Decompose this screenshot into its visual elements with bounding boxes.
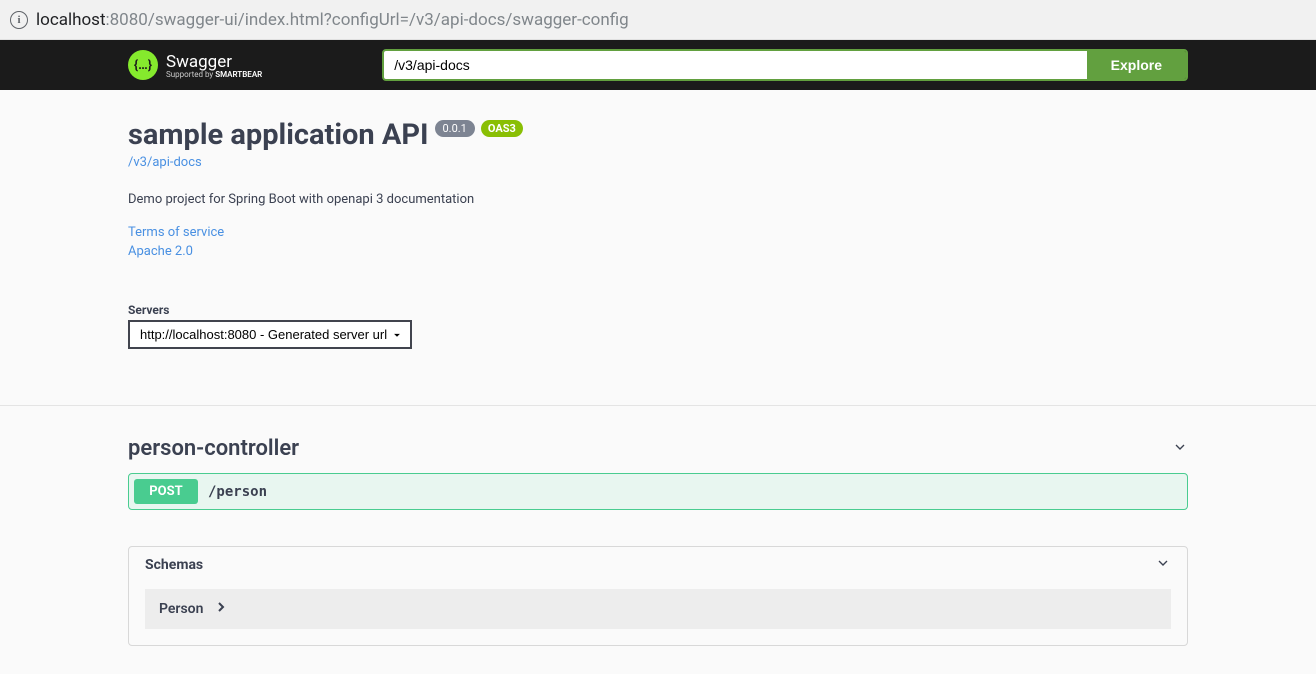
schemas-title: Schemas [145,557,203,573]
url-host: localhost [36,10,106,30]
servers-label: Servers [128,303,169,317]
chevron-down-icon [1172,439,1188,459]
schemas-header[interactable]: Schemas [129,547,1187,583]
tag-header[interactable]: person-controller [128,436,1188,461]
spec-url-input[interactable] [384,51,1086,79]
info-icon[interactable]: i [10,11,28,29]
brand-main: Swagger [166,52,232,72]
spec-url-form: Explore [382,49,1188,81]
api-description: Demo project for Spring Boot with openap… [128,192,1188,207]
schema-name: Person [159,601,203,617]
chevron-down-icon [1155,555,1171,575]
license-link[interactable]: Apache 2.0 [128,244,1188,259]
api-title-row: sample application API 0.0.1 OAS3 [128,118,1188,152]
operation-row[interactable]: POST /person [128,473,1188,510]
version-badge: 0.0.1 [435,120,475,137]
tag-name: person-controller [128,436,299,461]
swagger-logo-icon: {…} [128,50,158,80]
browser-address-bar: i localhost:8080/swagger-ui/index.html?c… [0,0,1316,40]
swagger-brand-text: Swagger Supported by SMARTBEAR [166,52,262,79]
server-select[interactable]: http://localhost:8080 - Generated server… [128,320,412,349]
url-path: /swagger-ui/index.html?configUrl=/v3/api… [148,10,629,30]
url-port: :8080 [106,10,148,30]
servers-section: Servers http://localhost:8080 - Generate… [128,299,1188,349]
explore-button[interactable]: Explore [1087,51,1186,79]
swagger-topbar: {…} Swagger Supported by SMARTBEAR Explo… [0,40,1316,90]
chevron-right-icon [213,599,229,619]
api-title: sample application API [128,118,429,152]
page-url[interactable]: localhost:8080/swagger-ui/index.html?con… [36,10,629,30]
oas-badge: OAS3 [481,120,523,137]
brand-sub: Supported by SMARTBEAR [166,70,262,79]
http-method-badge: POST [134,479,198,504]
api-docs-link[interactable]: /v3/api-docs [128,155,1188,170]
schemas-section: Schemas Person [128,546,1188,646]
schema-item[interactable]: Person [145,589,1171,629]
terms-of-service-link[interactable]: Terms of service [128,225,1188,240]
tag-section: person-controller POST /person [128,436,1188,510]
operation-path: /person [208,484,267,500]
swagger-logo[interactable]: {…} Swagger Supported by SMARTBEAR [128,50,262,80]
